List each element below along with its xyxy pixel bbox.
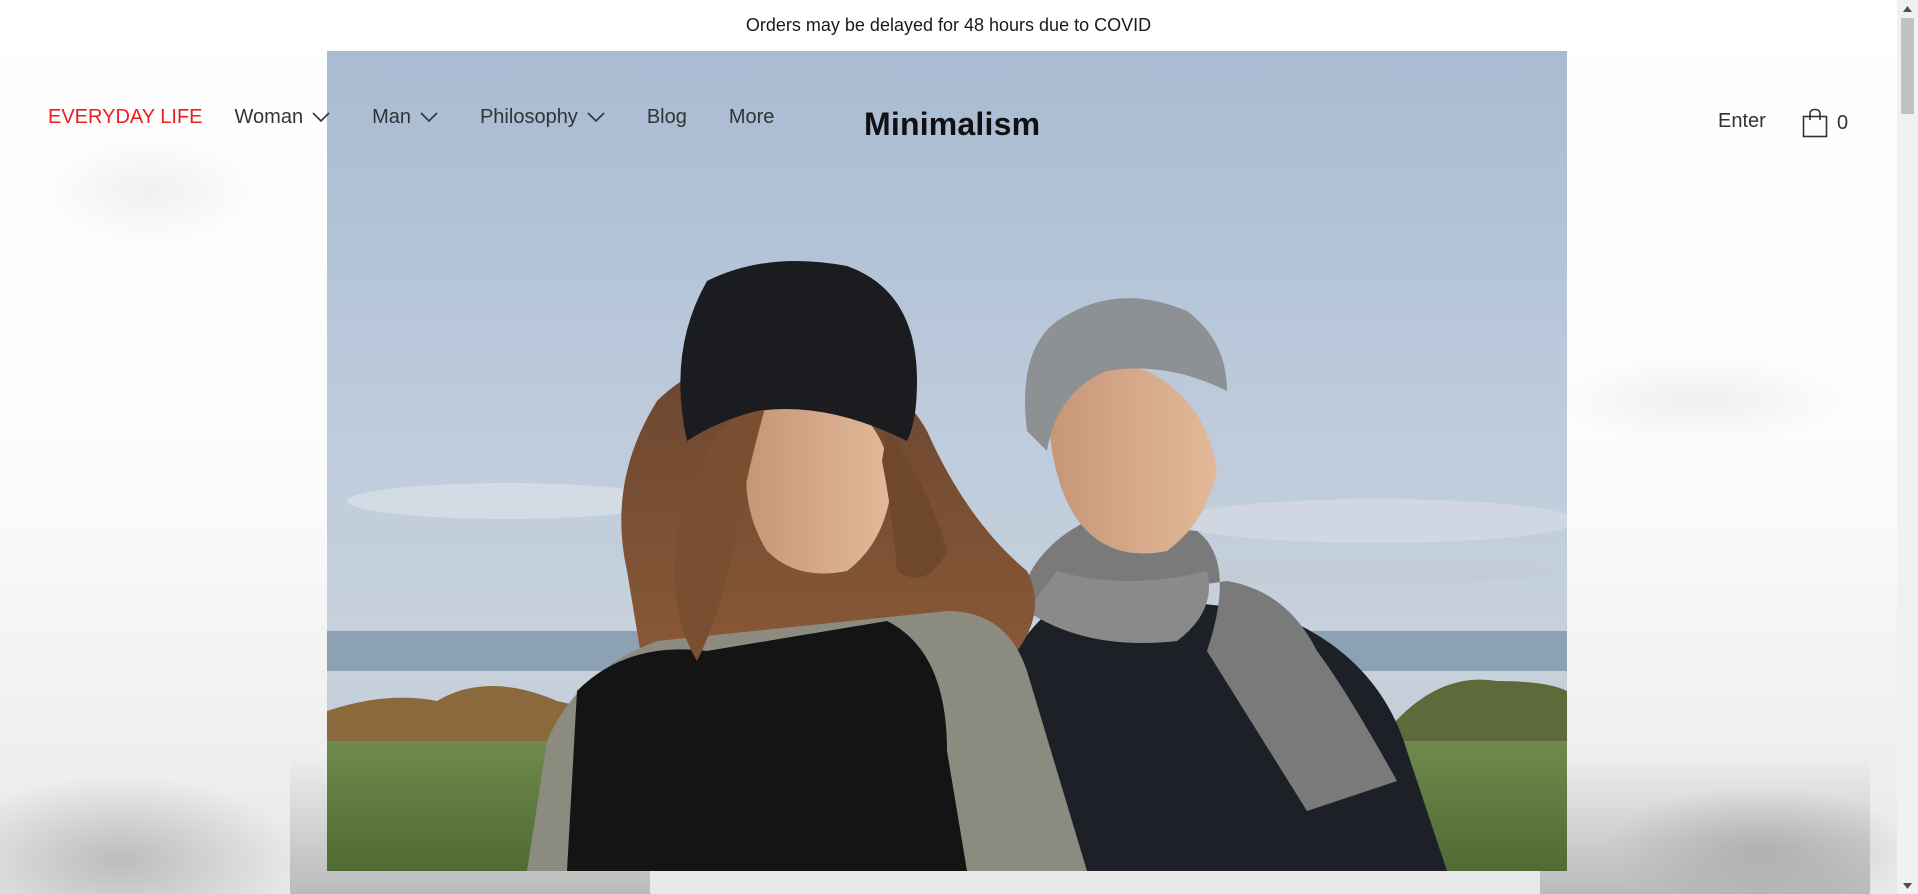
nav-label: Woman	[234, 105, 304, 128]
nav-label: Philosophy	[479, 105, 578, 128]
page-scrollbar[interactable]	[1897, 0, 1918, 894]
nav-item-man[interactable]: Man	[372, 106, 438, 129]
scroll-down-arrow-icon[interactable]	[1897, 877, 1918, 894]
nav-label: More	[728, 105, 775, 128]
cart-button[interactable]: 0	[1802, 108, 1848, 138]
nav-item-woman[interactable]: Woman	[235, 106, 331, 129]
nav-label: Man	[372, 105, 411, 128]
nav-item-blog[interactable]: Blog	[647, 106, 687, 129]
scroll-thumb[interactable]	[1901, 18, 1914, 114]
background-shape-right	[1540, 754, 1870, 894]
site-logo[interactable]: Minimalism	[864, 106, 1040, 143]
cart-count: 0	[1837, 111, 1849, 134]
enter-link[interactable]: Enter	[1718, 110, 1766, 133]
scroll-up-arrow-icon[interactable]	[1897, 0, 1918, 17]
site-header: EVERYDAY LIFE Woman Man Philosophy Blog …	[0, 50, 1897, 200]
nav-item-philosophy[interactable]: Philosophy	[480, 106, 605, 129]
announcement-text: Orders may be delayed for 48 hours due t…	[745, 14, 1152, 35]
announcement-bar: Orders may be delayed for 48 hours due t…	[0, 0, 1897, 50]
nav-item-everyday-life[interactable]: EVERYDAY LIFE	[48, 106, 203, 129]
nav-item-more[interactable]: More	[729, 106, 775, 129]
main-nav: EVERYDAY LIFE Woman Man Philosophy Blog …	[48, 102, 816, 132]
chevron-down-icon	[587, 112, 605, 123]
chevron-down-icon	[420, 112, 438, 123]
chevron-down-icon	[312, 112, 330, 123]
page: Orders may be delayed for 48 hours due t…	[0, 0, 1918, 894]
nav-label: Blog	[646, 105, 687, 128]
shopping-bag-icon	[1802, 108, 1828, 138]
nav-label: EVERYDAY LIFE	[48, 105, 203, 128]
